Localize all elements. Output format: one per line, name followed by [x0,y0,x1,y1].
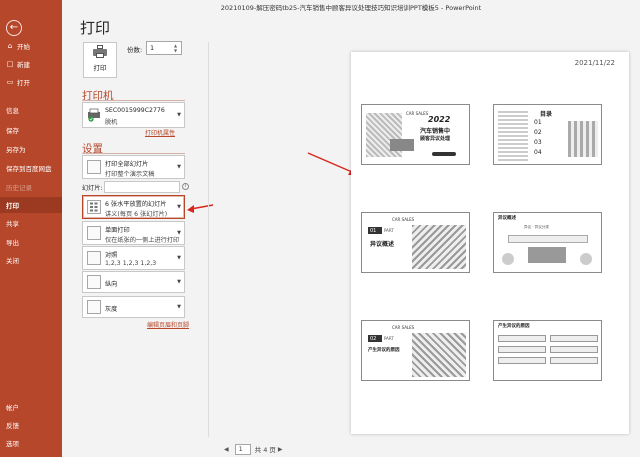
page-navigator: ◀ 1 共 4 页 ▶ [222,443,285,455]
sidebar-item-share[interactable]: 共享 [0,215,62,231]
preview-slide-1: CAR SALES 2022 汽车销售中 顾客异议处理 [361,104,470,165]
previous-page-icon[interactable]: ◀ [224,446,229,453]
orientation-select[interactable]: 纵向 ▼ [82,271,185,293]
printer-icon [93,45,107,58]
preview-slide-5: CAR SALES 02 PART 产生异议的原因 [361,320,470,381]
sidebar-item-info[interactable]: 信息 [0,102,62,118]
chevron-down-icon: ▼ [177,279,181,285]
preview-date: 2021/11/22 [574,59,615,67]
chevron-down-icon: ▼ [177,204,181,210]
chevron-down-icon: ▼ [177,304,181,310]
color-select[interactable]: 灰度 ▼ [82,296,185,318]
page-title: 打印 [80,19,111,37]
chevron-down-icon: ▼ [177,230,181,236]
backstage-sidebar: ← ⌂ 开始 □ 新建 ▭ 打开 信息 保存 另存为 保存到百度网盘 历史记录 打印 … [0,0,62,457]
print-layout-select[interactable]: 6 张水平放置的幻灯片 讲义(每页 6 张幻灯片) ▼ [82,195,185,219]
settings-heading-rule [82,153,185,154]
grayscale-icon [87,300,101,314]
chevron-down-icon: ▼ [177,255,181,261]
home-icon: ⌂ [7,42,13,50]
info-icon[interactable]: i [182,183,189,190]
chevron-down-icon: ▼ [177,112,181,118]
slides-label: 幻灯片: [82,185,103,192]
sidebar-item-save[interactable]: 保存 [0,122,62,138]
sidebar-item-close[interactable]: 关闭 [0,252,62,268]
collate-icon [87,251,101,265]
sidebar-item-open[interactable]: ▭ 打开 [0,74,62,90]
chevron-down-icon: ▼ [177,164,181,170]
sidebar-item-save-to-baidu[interactable]: 保存到百度网盘 [0,160,62,176]
sidebar-item-options[interactable]: 选项 [0,435,62,451]
sidebar-item-feedback[interactable]: 反馈 [0,417,62,433]
sidebar-item-new[interactable]: □ 新建 [0,56,62,72]
slides-stack-icon [87,160,101,174]
printer-properties-link[interactable]: 打印机属性 [145,128,175,137]
portrait-orientation-icon [87,275,101,289]
page-total: 共 4 页 [254,446,276,454]
open-folder-icon: ▭ [6,78,14,86]
slides-input[interactable] [104,181,180,193]
back-arrow-icon[interactable]: ← [6,20,22,36]
print-sides-select[interactable]: 单面打印 仅在纸张的一侧上进行打印 ▼ [82,221,185,245]
single-sided-icon [87,226,101,240]
window-title: 20210109-解压密码tb25-汽车销售中顾客异议处理技巧知识培训PPT模板… [220,4,482,12]
edit-header-footer-link[interactable]: 编辑页眉和页脚 [147,320,189,329]
print-button[interactable]: 打印 [83,42,117,78]
handout-layout-icon [87,200,101,214]
print-range-select[interactable]: 打印全部幻灯片 打印整个演示文稿 ▼ [82,155,185,179]
sidebar-item-account[interactable]: 帐户 [0,399,62,415]
collation-select[interactable]: 对照 1,2,3 1,2,3 1,2,3 ▼ [82,246,185,270]
sidebar-item-home[interactable]: ⌂ 开始 [0,38,62,54]
preview-page: 2021/11/22 CAR SALES 2022 汽车销售中 顾客异议处理 目… [351,52,629,434]
preview-slide-4: 异议概述 异议 · 异议分类 [493,212,602,273]
printer-heading-rule [82,100,185,101]
sidebar-item-history: 历史记录 [6,184,32,192]
sidebar-item-print[interactable]: 打印 [0,197,62,213]
next-page-icon[interactable]: ▶ [278,446,283,453]
printer-device-icon [87,108,101,122]
current-page-input[interactable]: 1 [234,443,251,455]
copies-label: 份数: [127,46,143,54]
preview-slide-6: 产生异议的原因 [493,320,602,381]
preview-slide-3: CAR SALES 01 PART 异议概述 [361,212,470,273]
sidebar-item-save-as[interactable]: 另存为 [0,141,62,157]
new-icon: □ [6,60,14,68]
copies-input[interactable]: 1 ▲ ▼ [146,41,182,55]
sidebar-item-export[interactable]: 导出 [0,234,62,250]
preview-slide-2: 目录 01 02 03 04 [493,104,602,165]
printer-select[interactable]: SEC0015999C2776 脱机 ▼ [82,102,185,128]
copies-spinner[interactable]: ▲ ▼ [174,43,180,53]
